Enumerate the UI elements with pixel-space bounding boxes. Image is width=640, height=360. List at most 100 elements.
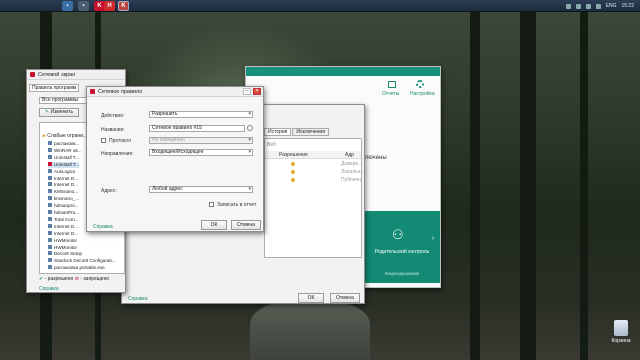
tree-item[interactable]: Internet D... bbox=[48, 223, 78, 230]
info-icon[interactable] bbox=[247, 125, 253, 131]
help-link[interactable]: Справка bbox=[93, 224, 113, 230]
tree-item[interactable]: hdmanpro... bbox=[48, 203, 79, 209]
settings-link[interactable]: Настройка bbox=[410, 91, 435, 97]
legend-denied: - запрещено bbox=[80, 276, 110, 282]
tree-item-label: Decor8 Setup bbox=[54, 251, 83, 257]
tab-exclusions[interactable]: Исключения bbox=[292, 128, 329, 136]
tree-item-label: kmsnano_... bbox=[54, 196, 80, 202]
window-title: Сетевой экран bbox=[38, 71, 76, 78]
program-icon bbox=[48, 244, 52, 249]
clock[interactable]: 15:22 bbox=[621, 3, 634, 9]
table-row[interactable]: Локальн... bbox=[265, 168, 365, 176]
tree-item[interactable]: Decor8 Setup bbox=[48, 251, 82, 257]
edit-button[interactable]: ✎ Изменить bbox=[39, 108, 79, 117]
table-header: Разрешение Адр bbox=[265, 151, 361, 159]
tree-item[interactable]: Uninstall T... bbox=[48, 154, 79, 161]
tree-item-label: Uninstall T... bbox=[54, 161, 79, 167]
reports-icon[interactable] bbox=[388, 81, 396, 88]
tree-item-label: Internet D... bbox=[54, 175, 79, 181]
tab-app-rules[interactable]: Правила программ bbox=[29, 84, 80, 92]
program-icon bbox=[48, 161, 52, 166]
tree-item[interactable]: распаковк... bbox=[48, 141, 79, 147]
tree-item[interactable]: Total Com... bbox=[48, 216, 79, 223]
wallpaper-tree bbox=[580, 12, 588, 360]
program-icon bbox=[48, 141, 52, 145]
edit-icon: ✎ bbox=[44, 109, 50, 115]
column-header-allow[interactable]: Разрешение bbox=[279, 152, 308, 158]
tree-item-label: Total Com... bbox=[54, 216, 79, 222]
tree-root[interactable]: ▰ Слабые ограни... bbox=[42, 133, 87, 139]
tree-item[interactable]: Internet D... bbox=[48, 230, 78, 237]
tree-item[interactable]: kmsnano_... bbox=[48, 196, 79, 202]
tray-icon[interactable] bbox=[565, 3, 571, 9]
main-header-strip bbox=[246, 67, 440, 76]
help-link[interactable]: Справка bbox=[128, 296, 148, 302]
protocol-select[interactable]: Не определен bbox=[149, 137, 253, 144]
tree-item[interactable]: AusLogics bbox=[48, 168, 75, 175]
protocol-checkbox[interactable] bbox=[101, 138, 106, 143]
network-icon[interactable] bbox=[585, 3, 591, 9]
tree-item[interactable]: Uninstall T... bbox=[48, 161, 79, 168]
cancel-button[interactable]: Отмена bbox=[231, 220, 261, 230]
tree-item-label: HWMonitor bbox=[54, 237, 77, 243]
program-icon bbox=[48, 147, 52, 152]
tree-item[interactable]: Internet D... bbox=[48, 182, 78, 188]
table-row[interactable]: Довере... bbox=[265, 160, 362, 168]
dialog-window-buttons: – ✕ bbox=[243, 88, 261, 95]
next-arrow-icon[interactable]: › bbox=[432, 235, 434, 242]
program-icon bbox=[48, 210, 52, 214]
ok-button[interactable]: ОК bbox=[298, 293, 324, 303]
tray-icon[interactable] bbox=[575, 3, 581, 9]
firewall-titlebar: Сетевой экран bbox=[27, 70, 125, 80]
table-extra-label: Веб bbox=[267, 142, 276, 148]
minimize-button[interactable]: – bbox=[243, 88, 251, 95]
reports-link[interactable]: Отчеты bbox=[382, 91, 399, 97]
tree-item[interactable]: KMSnano... bbox=[48, 189, 78, 195]
program-icon bbox=[48, 223, 52, 228]
cancel-button[interactable]: Отмена bbox=[330, 293, 360, 303]
program-icon bbox=[48, 168, 52, 173]
tile-sublabel: Лицензирование bbox=[384, 271, 420, 276]
program-icon bbox=[48, 154, 52, 159]
ok-button[interactable]: ОК bbox=[201, 220, 227, 230]
mouse-cursor bbox=[127, 100, 130, 105]
close-button[interactable]: ✕ bbox=[253, 88, 261, 95]
network-rule-dialog: Сетевое правило – ✕ Действие: Разрешить … bbox=[86, 86, 264, 232]
legend-allowed: - разрешено bbox=[44, 276, 74, 282]
rule-name-input[interactable]: Сетевое правило #15 bbox=[149, 125, 245, 132]
tree-item[interactable]: распаковка portable.exe bbox=[48, 265, 105, 271]
recycle-bin-label[interactable]: Корзина bbox=[606, 338, 636, 344]
help-link[interactable]: Справка bbox=[39, 286, 59, 292]
language-indicator[interactable]: ENG bbox=[606, 3, 617, 9]
taskbar-app-icon[interactable]: ▪ bbox=[62, 1, 73, 11]
taskbar: ▪ ▪ K H K ENG 15:22 bbox=[0, 0, 640, 12]
gear-icon[interactable] bbox=[416, 80, 424, 88]
taskbar-app-icon[interactable]: ▪ bbox=[78, 1, 89, 11]
tab-history[interactable]: История bbox=[264, 128, 292, 136]
table-row[interactable]: Публичн... bbox=[265, 176, 365, 184]
table-cell: Публичн... bbox=[341, 177, 366, 183]
column-header-address[interactable]: Адр bbox=[345, 152, 354, 158]
direction-select[interactable]: Входящее/Исходящее bbox=[149, 149, 253, 156]
taskbar-app-icon[interactable]: H bbox=[104, 1, 115, 11]
folder-icon: ▰ bbox=[42, 133, 46, 139]
program-icon bbox=[48, 251, 52, 256]
tree-item-label: hdmanpro... bbox=[54, 203, 79, 209]
parental-control-tile[interactable]: ⚇ Родительский контроль Лицензирование bbox=[364, 211, 440, 283]
tree-item[interactable]: Stardock Decor8 Configurati... bbox=[48, 258, 116, 264]
recycle-bin-icon[interactable] bbox=[614, 320, 628, 336]
taskbar-app-icon[interactable]: K bbox=[118, 1, 129, 11]
tree-item[interactable]: HWMonitor bbox=[48, 237, 77, 244]
volume-icon[interactable] bbox=[595, 3, 601, 9]
tree-item-label: WinRAR x6... bbox=[54, 147, 82, 153]
address-select[interactable]: Любой адрес bbox=[149, 186, 253, 193]
tree-item[interactable]: Internet D... bbox=[48, 175, 79, 182]
allow-icon bbox=[291, 162, 295, 166]
tree-item[interactable]: WinRAR x6... bbox=[48, 147, 82, 154]
protocol-label: Протокол bbox=[109, 138, 131, 144]
tree-item[interactable]: HWMonitor bbox=[48, 244, 77, 251]
tree-item[interactable]: hdmanPro... bbox=[48, 210, 79, 216]
action-select[interactable]: Разрешить bbox=[149, 111, 253, 118]
log-checkbox[interactable] bbox=[209, 202, 214, 207]
name-label: Название: bbox=[101, 127, 125, 133]
